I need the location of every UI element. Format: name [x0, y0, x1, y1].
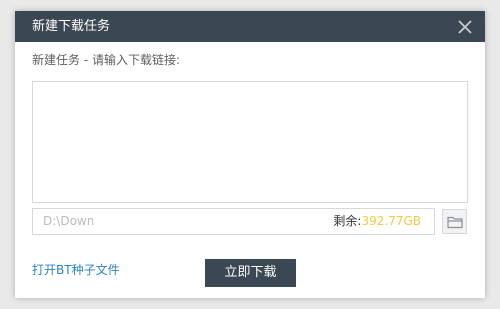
folder-icon	[447, 216, 463, 229]
free-space-indicator: 剩余:392.77GB	[333, 214, 421, 229]
download-url-input[interactable]	[32, 81, 468, 203]
open-bt-torrent-link[interactable]: 打开BT种子文件	[32, 263, 120, 278]
download-now-button[interactable]: 立即下载	[205, 259, 296, 287]
browse-folder-button[interactable]	[442, 209, 467, 234]
new-download-dialog: 新建下载任务 新建任务 - 请输入下载链接: D:\Down 剩余:392.77…	[15, 11, 485, 298]
close-icon	[458, 20, 472, 34]
save-path-text: D:\Down	[43, 214, 95, 228]
close-button[interactable]	[455, 17, 475, 37]
free-space-value: 392.77GB	[361, 214, 421, 228]
free-space-label: 剩余:	[333, 214, 362, 228]
dialog-title: 新建下载任务	[32, 19, 111, 34]
dialog-instruction: 新建任务 - 请输入下载链接:	[32, 53, 181, 67]
dialog-titlebar: 新建下载任务	[15, 11, 485, 42]
save-path-field[interactable]: D:\Down 剩余:392.77GB	[32, 208, 435, 235]
